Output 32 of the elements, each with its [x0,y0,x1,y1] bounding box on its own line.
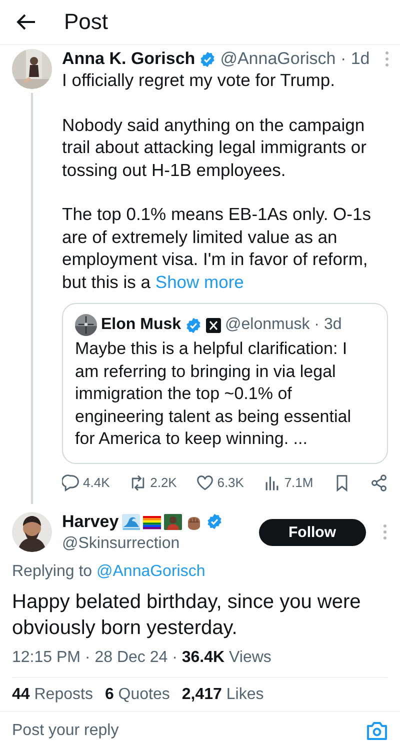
quoted-author-name: Elon Musk [101,316,182,334]
share-icon[interactable] [370,474,388,492]
bar-chart-count-button[interactable]: 7.1M [263,474,314,492]
person-icon [164,514,182,530]
reply-text: Happy belated birthday, since you were obviously born yesterday. [12,590,362,640]
post-text: Nobody said anything on the campaign trail about attacking legal immigrants or tossing out H-1B employees. [62,114,368,181]
heart-icon [196,474,214,492]
engagement-stat[interactable]: 2,417 Likes [182,686,264,704]
wave-icon [122,514,140,530]
post-text: I officially regret my vote for Trump. [62,69,336,92]
author-name: Anna K. Gorisch [62,49,196,69]
author-name: Harvey [62,512,119,532]
quoted-post-card[interactable] [62,303,388,464]
back-arrow-icon[interactable] [16,13,36,31]
handle-and-time: @elonmusk · 3d [225,316,342,334]
timestamp-and-views: 12:15 PM · 28 Dec 24 · 36.4K Views [12,648,388,678]
camera-icon[interactable] [366,721,388,741]
comment-icon [62,474,80,492]
follow-button[interactable]: Follow [258,518,366,546]
reply-input-field[interactable]: Post your reply [12,722,366,740]
flag-icon [142,514,161,530]
engagement-stat[interactable]: 6 Quotes [104,686,170,704]
engagement-stat[interactable]: 44 Reposts [12,686,93,704]
page-title: Post [64,9,108,35]
heart-count-button[interactable]: 6.3K [196,474,244,492]
repost-count-button[interactable]: 2.2K [129,474,177,492]
post-text: The top 0.1% means EB-1As only. O-1s are of extremely limited value as an employment visa. I'm in favor of reform, but this is a Show more [62,203,372,293]
replying-to-label: Replying to [12,562,94,580]
comment-count-button[interactable]: 4.4K [62,474,110,492]
handle-and-time: @AnnaGorisch · 1d [220,49,370,69]
quoted-post-text: Maybe this is a helpful clarification: I am referring to bringing in via legal immigration the top ~0.1% of engineering talent as being essential for America to keep winning. ... [75,338,352,450]
author-handle: @Skinsurrection [62,534,181,552]
